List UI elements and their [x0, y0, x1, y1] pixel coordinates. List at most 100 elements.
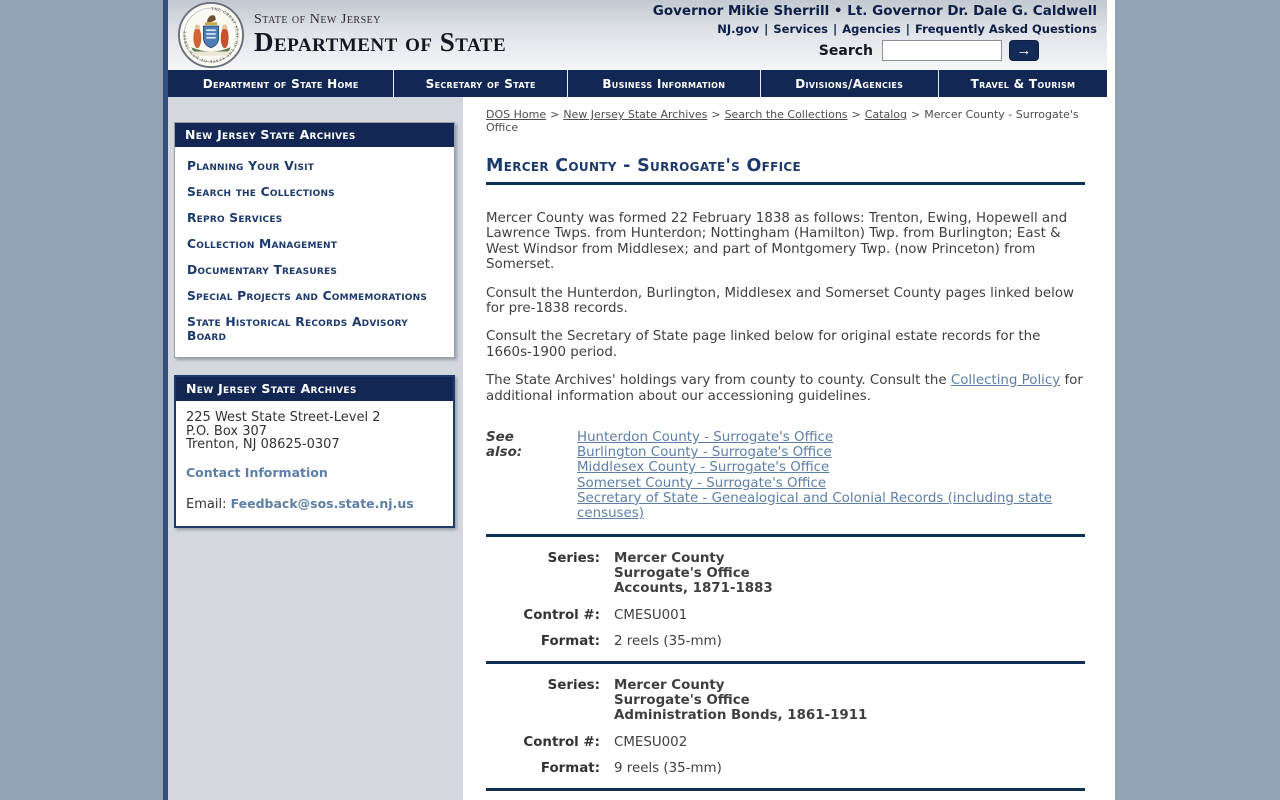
- breadcrumb-separator: >: [711, 108, 721, 121]
- sidebar-item-shrab[interactable]: State Historical Records Advisory Board: [175, 309, 454, 349]
- email-link[interactable]: Feedback@sos.state.nj.us: [231, 496, 414, 511]
- series-line: Mercer County: [614, 551, 725, 567]
- archives-menu-title: New Jersey State Archives: [175, 123, 454, 147]
- control-label: Control #:: [523, 735, 600, 751]
- search-label: Search: [818, 42, 873, 59]
- breadcrumb-search-collections[interactable]: Search the Collections: [725, 108, 848, 121]
- archives-menu: Planning Your Visit Search the Collectio…: [175, 147, 454, 357]
- series-line: Surrogate's Office: [614, 693, 750, 709]
- page-title: Mercer County - Surrogate's Office: [486, 156, 801, 176]
- paragraph: Consult the Secretary of State page link…: [486, 329, 1041, 360]
- series-row: Series: Mercer County Surrogate's Office…: [486, 551, 1085, 596]
- see-also-link-secretary-of-state[interactable]: Secretary of State - Genealogical and Co…: [577, 491, 1085, 521]
- format-row: Format: 9 reels (35-mm): [486, 761, 1085, 776]
- breadcrumb-state-archives[interactable]: New Jersey State Archives: [563, 108, 707, 121]
- governor-line: Governor Mikie Sherrill • Lt. Governor D…: [652, 3, 1097, 19]
- contact-box-title: New Jersey State Archives: [176, 377, 453, 401]
- logo-state-line: State of New Jersey: [254, 12, 381, 27]
- see-also-link-hunterdon[interactable]: Hunterdon County - Surrogate's Office: [577, 430, 1085, 445]
- series-line: Mercer County: [614, 678, 725, 694]
- control-row: Control #: CMESU002: [486, 735, 1085, 750]
- control-row: Control #: CMESU001: [486, 608, 1085, 623]
- breadcrumb-separator: >: [550, 108, 560, 121]
- paragraph-text: The State Archives' holdings vary from c…: [486, 373, 951, 389]
- address-line: Trenton, NJ 08625-0307: [186, 437, 340, 452]
- see-also-links: Hunterdon County - Surrogate's Office Bu…: [577, 430, 1085, 521]
- breadcrumb-dos-home[interactable]: DOS Home: [486, 108, 546, 121]
- separator: |: [833, 22, 838, 36]
- see-also-link-somerset[interactable]: Somerset County - Surrogate's Office: [577, 476, 1085, 491]
- sidebar-item-special-projects[interactable]: Special Projects and Commemorations: [175, 283, 454, 309]
- record-cmesu002: Series: Mercer County Surrogate's Office…: [486, 664, 1085, 788]
- see-also-link-middlesex[interactable]: Middlesex County - Surrogate's Office: [577, 460, 1085, 475]
- nav-travel-tourism[interactable]: Travel & Tourism: [937, 70, 1107, 97]
- nav-department-of-state-home[interactable]: Department of State Home: [168, 70, 393, 97]
- quick-links: NJ.gov | Services | Agencies | Frequently Aske…: [653, 22, 1097, 36]
- content-row: New Jersey State Archives Planning Your …: [168, 97, 1115, 800]
- format-label: Format:: [540, 761, 600, 777]
- link-services[interactable]: Services: [773, 22, 828, 36]
- site-header: THE GREAT SEAL OF THE STATE OF NEW JERSE…: [168, 0, 1107, 70]
- link-njgov[interactable]: NJ.gov: [717, 22, 759, 36]
- series-label: Series:: [547, 551, 600, 567]
- nj-state-seal: THE GREAT SEAL OF THE STATE OF NEW JERSE…: [178, 2, 244, 68]
- link-agencies[interactable]: Agencies: [842, 22, 901, 36]
- paragraph: Consult the Hunterdon, Burlington, Middl…: [486, 285, 1074, 317]
- separator: |: [764, 22, 769, 36]
- control-value: CMESU001: [614, 608, 688, 624]
- collecting-policy-link[interactable]: Collecting Policy: [951, 373, 1060, 388]
- nav-business-information[interactable]: Business Information: [567, 70, 759, 97]
- see-also-label: See also:: [486, 430, 523, 461]
- address-line: 225 West State Street-Level 2: [186, 410, 381, 425]
- search-input[interactable]: [882, 40, 1002, 61]
- nav-divisions-agencies[interactable]: Divisions/Agencies: [759, 70, 938, 97]
- paragraph: The State Archives' holdings vary from c…: [486, 373, 1085, 404]
- control-value: CMESU002: [614, 735, 688, 751]
- paragraph: Mercer County was formed 22 February 183…: [486, 211, 1068, 273]
- sidebar-item-collection-management[interactable]: Collection Management: [175, 231, 454, 257]
- logo-dept-line: Department of State: [254, 27, 507, 57]
- header-right: Governor Mikie Sherrill • Lt. Governor D…: [653, 3, 1097, 61]
- search-go-icon: →: [1016, 42, 1032, 59]
- contact-information-link[interactable]: Contact Information: [186, 465, 328, 480]
- sidebar-item-planning-your-visit[interactable]: Planning Your Visit: [175, 153, 454, 179]
- format-value: 2 reels (35-mm): [614, 634, 722, 650]
- email-label: Email:: [186, 496, 231, 512]
- email-row: Email: Feedback@sos.state.nj.us: [186, 496, 443, 512]
- see-also: See also: Hunterdon County - Surrogate's…: [486, 430, 1085, 521]
- address-line: P.O. Box 307: [186, 423, 268, 439]
- sidebar: New Jersey State Archives Planning Your …: [168, 97, 463, 800]
- breadcrumb: DOS Home > New Jersey State Archives > Searc…: [486, 108, 1085, 134]
- archives-menu-box: New Jersey State Archives Planning Your …: [174, 122, 455, 358]
- breadcrumb-separator: >: [911, 108, 921, 121]
- contact-box: New Jersey State Archives 225 West State…: [174, 375, 455, 528]
- series-label: Series:: [547, 678, 600, 694]
- series-line: Accounts, 1871-1883: [614, 581, 773, 597]
- main-content: DOS Home > New Jersey State Archives > Searc…: [463, 97, 1115, 800]
- search-button[interactable]: →: [1009, 40, 1039, 61]
- nav-secretary-of-state[interactable]: Secretary of State: [393, 70, 567, 97]
- site-container: THE GREAT SEAL OF THE STATE OF NEW JERSE…: [163, 0, 1115, 800]
- series-value: Mercer County Surrogate's Office Adminis…: [614, 678, 867, 723]
- logo: State of New Jersey Department of State: [254, 12, 506, 56]
- breadcrumb-separator: >: [851, 108, 861, 121]
- intro-paragraphs: Mercer County was formed 22 February 183…: [486, 211, 1085, 404]
- address: 225 West State Street-Level 2 P.O. Box 3…: [186, 411, 443, 452]
- control-label: Control #:: [523, 608, 600, 624]
- title-rule: [486, 182, 1085, 185]
- breadcrumb-catalog[interactable]: Catalog: [865, 108, 907, 121]
- format-value: 9 reels (35-mm): [614, 761, 722, 777]
- sidebar-item-search-the-collections[interactable]: Search the Collections: [175, 179, 454, 205]
- see-also-link-burlington[interactable]: Burlington County - Surrogate's Office: [577, 445, 1085, 460]
- series-row: Series: Mercer County Surrogate's Office…: [486, 678, 1085, 723]
- main-nav: Department of State Home Secretary of St…: [168, 70, 1107, 97]
- format-label: Format:: [540, 634, 600, 650]
- sidebar-item-repro-services[interactable]: Repro Services: [175, 205, 454, 231]
- link-faq[interactable]: Frequently Asked Questions: [915, 22, 1097, 36]
- series-line: Administration Bonds, 1861-1911: [614, 708, 868, 724]
- series-line: Surrogate's Office: [614, 566, 750, 582]
- record-appointments: Series: Mercer County Surrogate's Office…: [486, 791, 1085, 800]
- record-cmesu001: Series: Mercer County Surrogate's Office…: [486, 537, 1085, 661]
- separator: |: [905, 22, 910, 36]
- sidebar-item-documentary-treasures[interactable]: Documentary Treasures: [175, 257, 454, 283]
